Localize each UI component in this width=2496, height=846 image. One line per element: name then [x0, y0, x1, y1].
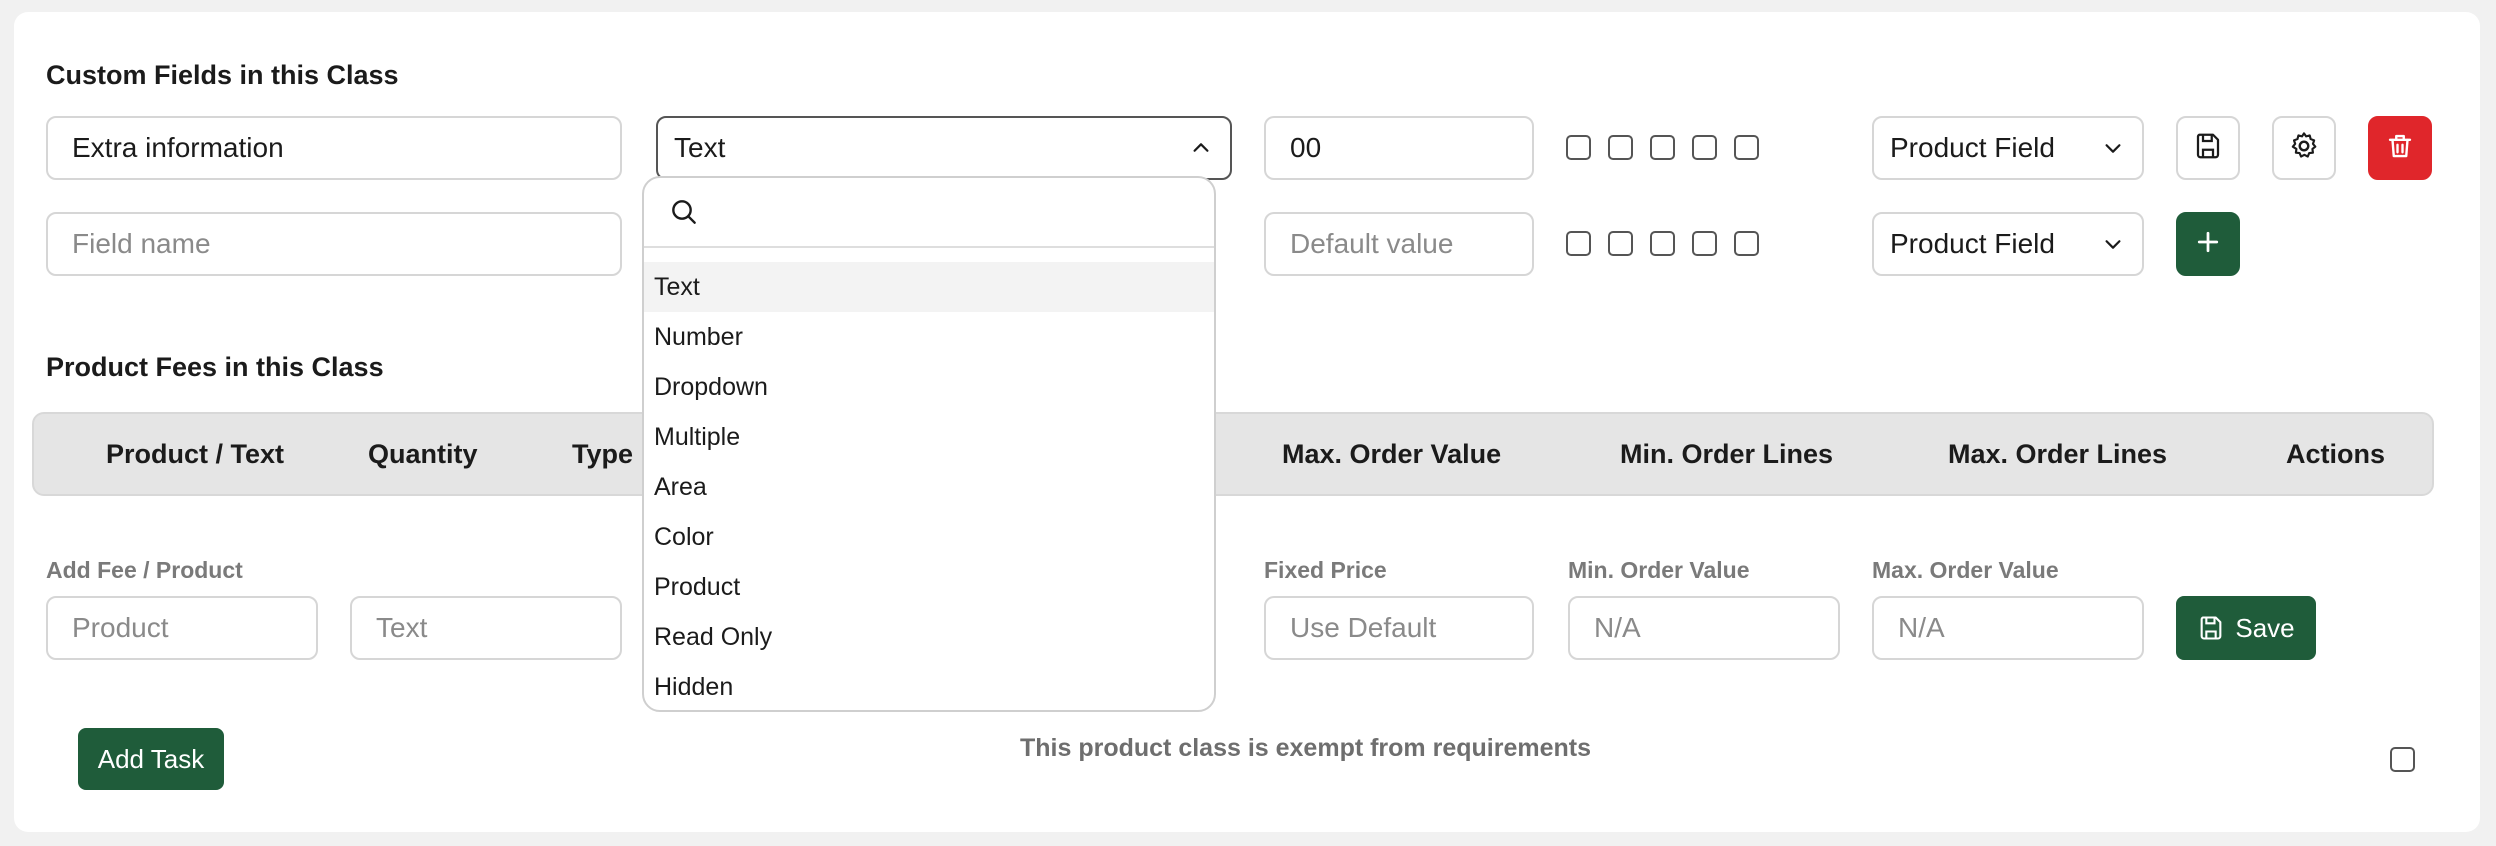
dropdown-option-product[interactable]: Product — [644, 562, 1214, 612]
chevron-down-icon — [2100, 135, 2126, 161]
default-value-input[interactable]: 00 — [1264, 116, 1534, 180]
chevron-down-icon — [2100, 231, 2126, 257]
gear-icon — [2288, 130, 2320, 167]
new-field-name-input[interactable]: Field name — [46, 212, 622, 276]
dropdown-option-text[interactable]: Text — [644, 262, 1214, 312]
fees-table-header: Product / Text Quantity Type Max. Order … — [32, 412, 2434, 496]
column-type: Type — [572, 438, 634, 469]
fixed-price-input[interactable]: Use Default — [1264, 596, 1534, 660]
min-order-value-input[interactable]: N/A — [1568, 596, 1840, 660]
search-icon — [668, 196, 700, 228]
dropdown-option-read-only[interactable]: Read Only — [644, 612, 1214, 662]
exempt-checkbox[interactable] — [2390, 747, 2415, 772]
field-settings-button[interactable] — [2272, 116, 2336, 180]
field-checkbox-4[interactable] — [1692, 135, 1717, 160]
column-max-order-value: Max. Order Value — [1282, 438, 1502, 469]
new-field-checkbox-4[interactable] — [1692, 231, 1717, 256]
column-max-order-lines: Max. Order Lines — [1948, 438, 2168, 469]
fee-text-input[interactable]: Text — [350, 596, 622, 660]
field-checkbox-1[interactable] — [1566, 135, 1591, 160]
field-type-select[interactable]: Text — [656, 116, 1232, 180]
new-field-scope-select[interactable]: Product Field — [1872, 212, 2144, 276]
dropdown-option-color[interactable]: Color — [644, 512, 1214, 562]
add-fee-label: Add Fee / Product — [46, 557, 243, 583]
new-field-checkbox-2[interactable] — [1608, 231, 1633, 256]
dropdown-option-dropdown[interactable]: Dropdown — [644, 362, 1214, 412]
delete-field-button[interactable] — [2368, 116, 2432, 180]
column-min-order-lines: Min. Order Lines — [1620, 438, 1834, 469]
field-type-value: Text — [674, 132, 726, 163]
column-product-text: Product / Text — [106, 438, 285, 469]
custom-fields-title: Custom Fields in this Class — [46, 60, 399, 90]
fixed-price-label: Fixed Price — [1264, 557, 1387, 583]
column-quantity: Quantity — [368, 438, 478, 469]
save-fee-button[interactable]: Save — [2176, 596, 2316, 660]
plus-icon — [2193, 227, 2223, 262]
save-field-button[interactable] — [2176, 116, 2240, 180]
dropdown-option-multiple[interactable]: Multiple — [644, 412, 1214, 462]
fee-product-input[interactable]: Product — [46, 596, 318, 660]
dropdown-option-number[interactable]: Number — [644, 312, 1214, 362]
new-field-checkbox-1[interactable] — [1566, 231, 1591, 256]
chevron-up-icon — [1188, 135, 1214, 161]
add-field-button[interactable] — [2176, 212, 2240, 276]
max-order-value-label: Max. Order Value — [1872, 557, 2059, 583]
exempt-text: This product class is exempt from requir… — [1020, 734, 1591, 762]
dropdown-search[interactable] — [644, 178, 1214, 248]
field-checkbox-3[interactable] — [1650, 135, 1675, 160]
field-scope-value: Product Field — [1890, 132, 2055, 163]
new-field-scope-value: Product Field — [1890, 228, 2055, 259]
new-field-checkbox-3[interactable] — [1650, 231, 1675, 256]
dropdown-option-area[interactable]: Area — [644, 462, 1214, 512]
field-type-dropdown: Text Number Dropdown Multiple Area Color… — [642, 176, 1216, 712]
trash-icon — [2385, 131, 2415, 166]
field-checkbox-2[interactable] — [1608, 135, 1633, 160]
save-icon — [2193, 131, 2223, 166]
new-field-checkbox-5[interactable] — [1734, 231, 1759, 256]
dropdown-option-hidden[interactable]: Hidden — [644, 662, 1214, 710]
field-name-input[interactable]: Extra information — [46, 116, 622, 180]
save-fee-label: Save — [2235, 612, 2295, 643]
max-order-value-input[interactable]: N/A — [1872, 596, 2144, 660]
field-scope-select[interactable]: Product Field — [1872, 116, 2144, 180]
add-task-button[interactable]: Add Task — [78, 728, 224, 790]
new-default-value-input[interactable]: Default value — [1264, 212, 1534, 276]
min-order-value-label: Min. Order Value — [1568, 557, 1750, 583]
column-actions: Actions — [2286, 438, 2386, 469]
field-checkbox-5[interactable] — [1734, 135, 1759, 160]
save-icon — [2197, 614, 2225, 642]
product-fees-title: Product Fees in this Class — [46, 352, 384, 382]
